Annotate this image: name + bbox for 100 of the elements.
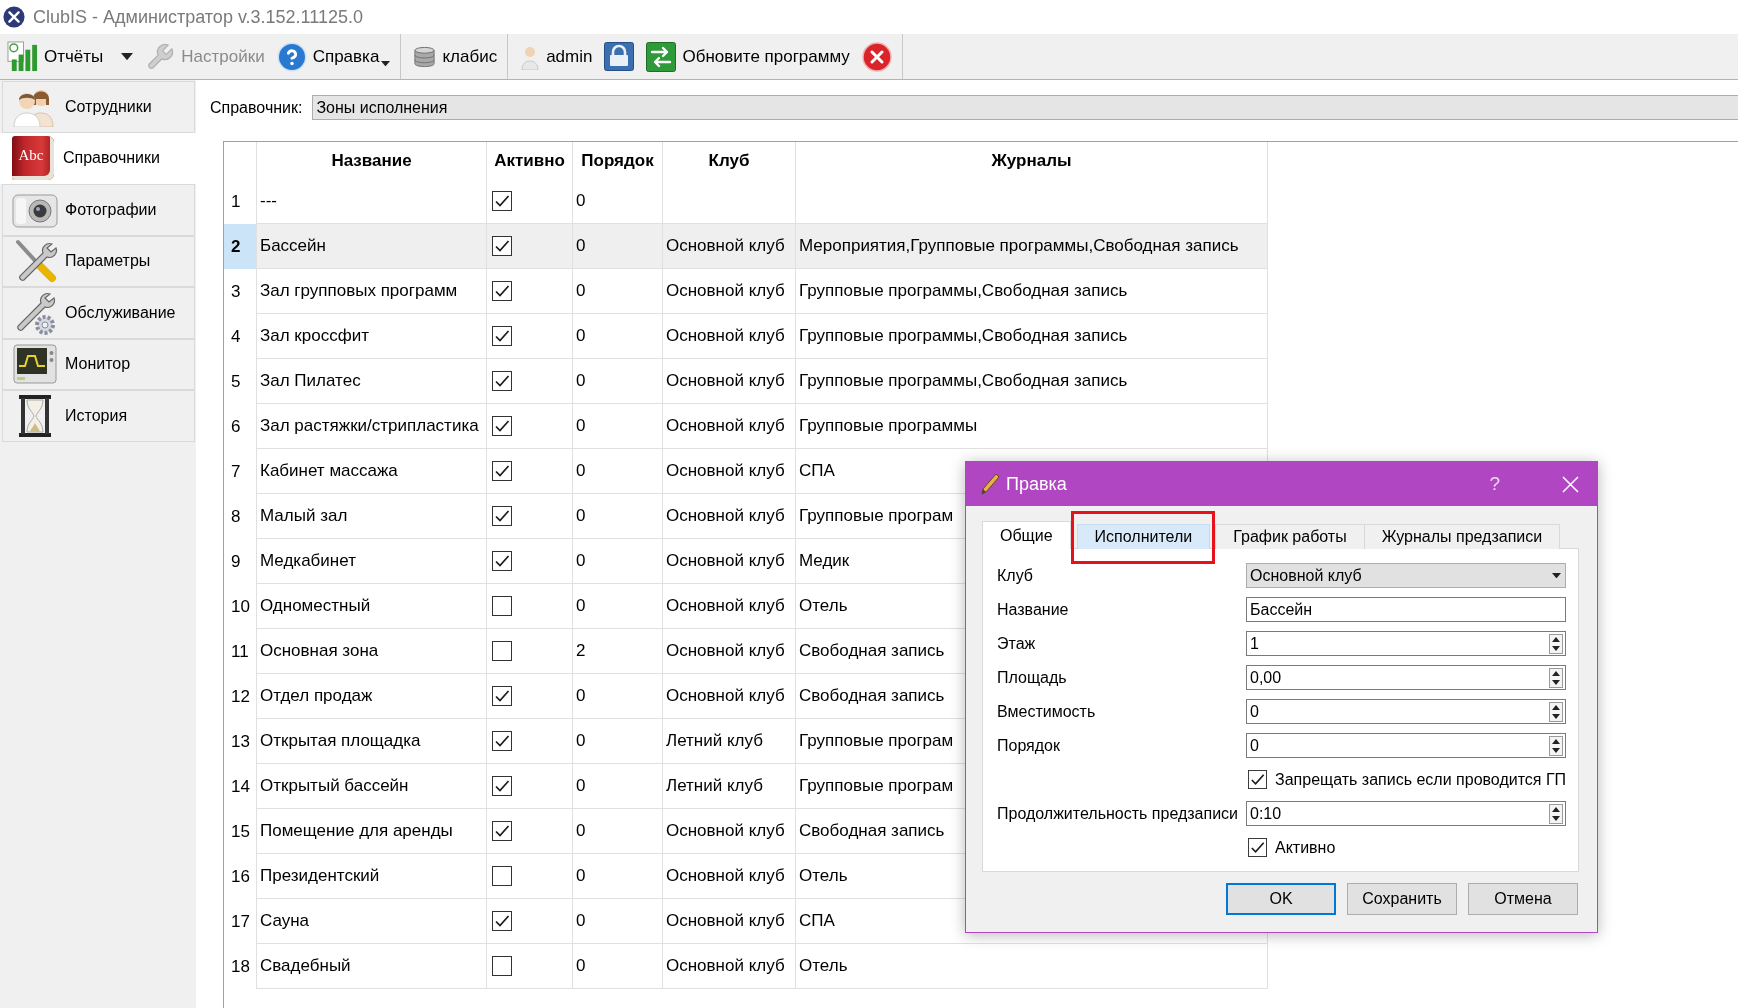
table-cell: Зал групповых программ: [260, 281, 458, 301]
directory-label: Справочник:: [210, 98, 303, 117]
table-cell: Групповые програм: [799, 731, 954, 751]
up-down-arrows-icon[interactable]: [1549, 701, 1564, 722]
checkbox[interactable]: [492, 956, 512, 976]
table-cell: Основной клуб: [666, 686, 785, 706]
checkbox[interactable]: [492, 461, 512, 481]
tab[interactable]: Исполнители: [1076, 524, 1211, 549]
table-cell: 0: [576, 686, 586, 706]
sidebar-item[interactable]: Монитор: [2, 338, 195, 390]
toolbar-button[interactable]: клабис: [409, 36, 502, 77]
toolbar-button[interactable]: admin: [516, 36, 597, 77]
checkbox[interactable]: [492, 911, 512, 931]
column-header[interactable]: Активно: [494, 150, 565, 171]
column-header[interactable]: Клуб: [708, 150, 750, 171]
checkbox[interactable]: [492, 686, 512, 706]
table-cell: Групповые программы,Свободная запись: [799, 326, 1128, 346]
checkbox[interactable]: [492, 416, 512, 436]
tab[interactable]: Общие: [982, 521, 1071, 549]
sidebar-item[interactable]: Фотографии: [2, 184, 195, 236]
sidebar-item[interactable]: Обслуживание: [2, 287, 195, 339]
toolbar-button[interactable]: Отчёты: [3, 36, 138, 77]
table-cell: Основной клуб: [666, 596, 785, 616]
book-icon: Abc: [12, 136, 54, 181]
table-cell: Одноместный: [260, 596, 371, 616]
table-cell: Свободная запись: [799, 686, 945, 706]
table-cell: Малый зал: [260, 506, 348, 526]
table-cell: Бассейн: [260, 236, 326, 256]
sidebar-item[interactable]: Abc Справочники: [0, 132, 196, 184]
help-button[interactable]: ?: [1481, 473, 1508, 495]
checkbox[interactable]: [492, 596, 512, 616]
field-label: Площадь: [997, 668, 1067, 687]
table-cell: ---: [260, 191, 277, 211]
lock-icon[interactable]: [604, 42, 635, 71]
checkbox[interactable]: [492, 731, 512, 751]
dialog-button[interactable]: Отмена: [1468, 883, 1578, 915]
column-header[interactable]: Название: [331, 150, 412, 171]
checkbox[interactable]: [492, 866, 512, 886]
toolbar-button[interactable]: Обновите программу: [642, 36, 854, 77]
table-cell: СПА: [799, 461, 835, 481]
checkbox[interactable]: [1248, 770, 1267, 789]
table-cell: 0: [576, 911, 586, 931]
up-down-arrows-icon[interactable]: [1549, 633, 1564, 654]
table-cell: Президентский: [260, 866, 380, 886]
checkbox[interactable]: [492, 191, 512, 211]
table-cell: 0: [576, 596, 586, 616]
checkbox[interactable]: [492, 326, 512, 346]
sidebar-item[interactable]: История: [2, 390, 195, 442]
spin-field[interactable]: 0: [1246, 699, 1567, 724]
checkbox[interactable]: [492, 641, 512, 661]
spin-field[interactable]: 0:10: [1246, 801, 1567, 826]
table-cell: Основной клуб: [666, 641, 785, 661]
table-cell: Основной клуб: [666, 911, 785, 931]
pencil-icon: [980, 473, 1000, 495]
dropdown-field[interactable]: Основной клуб: [1246, 563, 1567, 588]
directory-dropdown[interactable]: Зоны исполнения: [312, 95, 1738, 120]
toolbar-button[interactable]: Справка: [272, 36, 395, 77]
checkbox[interactable]: [492, 551, 512, 571]
checkbox[interactable]: [492, 371, 512, 391]
camera-icon: [12, 191, 58, 228]
spin-field[interactable]: 0: [1246, 733, 1567, 758]
table-cell: Отель: [799, 866, 848, 886]
checkbox[interactable]: [492, 776, 512, 796]
tab[interactable]: Журналы предзаписи: [1363, 524, 1561, 549]
up-down-arrows-icon[interactable]: [1549, 735, 1564, 756]
input-field[interactable]: Бассейн: [1246, 597, 1567, 622]
checkbox[interactable]: [492, 281, 512, 301]
column-header[interactable]: Журналы: [991, 150, 1072, 171]
field-label: Вместимость: [997, 702, 1096, 721]
caret-down-icon: [1552, 572, 1562, 579]
spin-field[interactable]: 1: [1246, 631, 1567, 656]
table-cell: 0: [576, 821, 586, 841]
table-cell: Зал Пилатес: [260, 371, 361, 391]
checkbox[interactable]: [492, 236, 512, 256]
window-title: ClubIS - Администратор v.3.152.11125.0: [33, 6, 363, 28]
up-down-arrows-icon[interactable]: [1549, 667, 1564, 688]
column-header[interactable]: Порядок: [581, 150, 654, 171]
dialog-button[interactable]: OK: [1226, 883, 1336, 915]
checkbox[interactable]: [1248, 838, 1267, 857]
table-cell: Свободная запись: [799, 641, 945, 661]
tab[interactable]: График работы: [1215, 524, 1365, 549]
up-down-arrows-icon[interactable]: [1549, 803, 1564, 824]
field-label: Порядок: [997, 736, 1060, 755]
dialog-button[interactable]: Сохранить: [1347, 883, 1457, 915]
bar-chart-icon: [7, 41, 38, 72]
sidebar-item[interactable]: Параметры: [2, 235, 195, 287]
table-cell: Открытая площадка: [260, 731, 421, 751]
checkbox[interactable]: [492, 821, 512, 841]
table-cell: Отдел продаж: [260, 686, 373, 706]
table-cell: 0: [576, 461, 586, 481]
table-cell: Групповые программы: [799, 416, 978, 436]
table-cell: Основной клуб: [666, 416, 785, 436]
row-header[interactable]: 2: [224, 224, 257, 269]
field-label: Продолжительность предзаписи: [997, 804, 1239, 823]
x-circle-icon[interactable]: [861, 41, 892, 72]
table-cell: Летний клуб: [666, 776, 763, 796]
spin-field[interactable]: 0,00: [1246, 665, 1567, 690]
sidebar-item[interactable]: Сотрудники: [2, 81, 195, 133]
checkbox[interactable]: [492, 506, 512, 526]
table-cell: Основной клуб: [666, 461, 785, 481]
